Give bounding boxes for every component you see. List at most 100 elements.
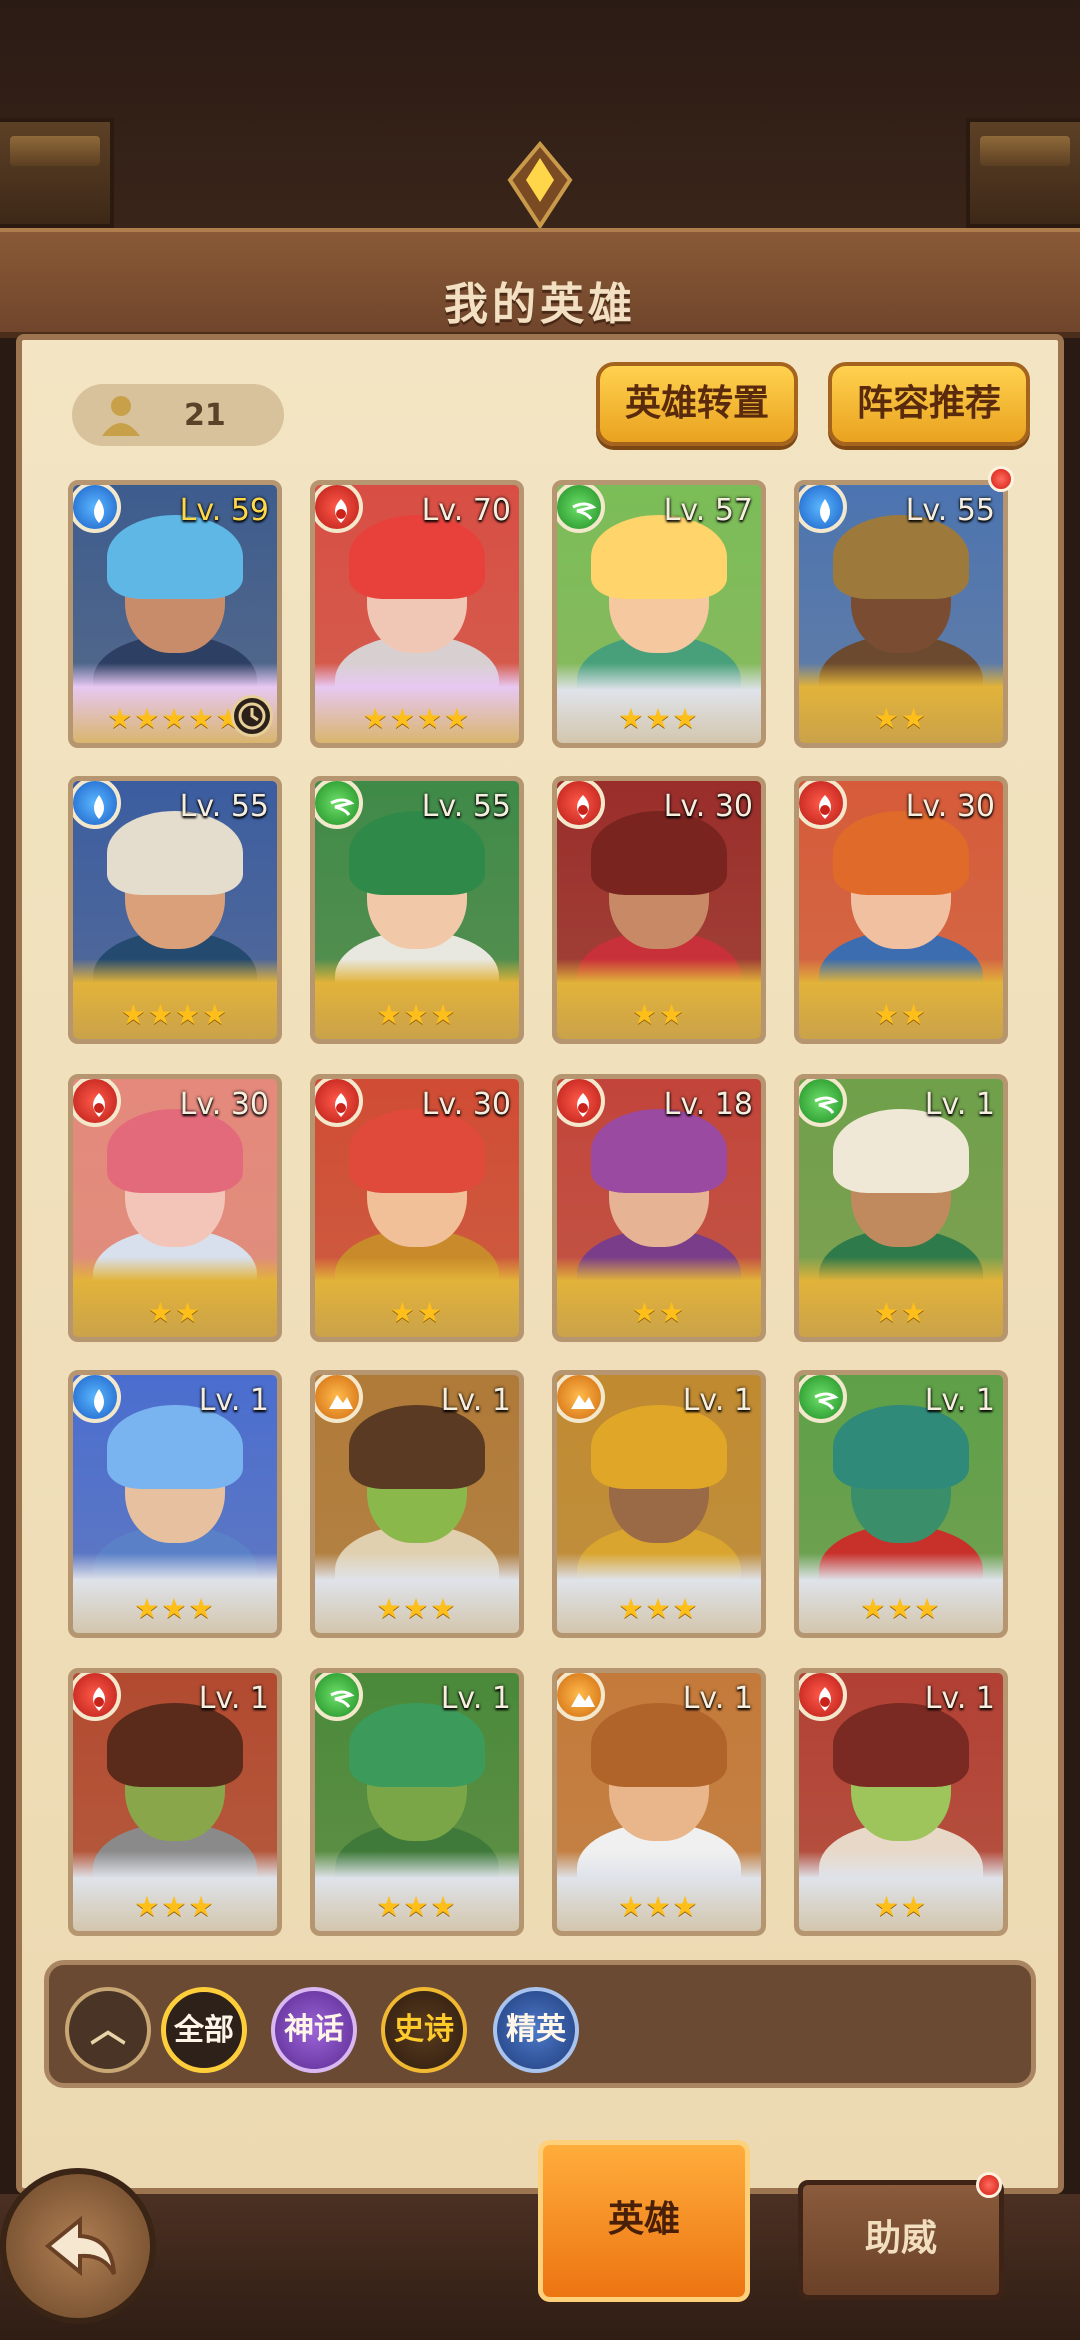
- hero-stars: ★★★: [134, 1592, 216, 1625]
- hero-card[interactable]: Lv. 18 ★★: [552, 1074, 766, 1342]
- hero-stars: ★★: [873, 998, 929, 1031]
- hero-card[interactable]: Lv. 55 ★★★: [310, 776, 524, 1044]
- hero-level: Lv. 55: [179, 789, 269, 824]
- hero-card[interactable]: Lv. 1 ★★★: [68, 1370, 282, 1638]
- hero-stars: ★★★: [376, 1890, 458, 1923]
- wind-element-icon: [557, 485, 605, 533]
- hero-level: Lv. 1: [924, 1383, 995, 1418]
- fire-element-icon: [557, 781, 605, 829]
- hero-level: Lv. 1: [682, 1681, 753, 1716]
- hero-stars: ★★★: [376, 1592, 458, 1625]
- hero-card[interactable]: Lv. 1 ★★★: [310, 1668, 524, 1936]
- hero-card[interactable]: Lv. 1 ★★★: [794, 1370, 1008, 1638]
- assist-notification-dot: [976, 2172, 1002, 2198]
- hero-level: Lv. 70: [421, 493, 511, 528]
- filter-bar: ︿ 全部 神话 史诗 精英: [44, 1960, 1036, 2088]
- back-button[interactable]: [0, 2168, 156, 2324]
- wind-element-icon: [315, 781, 363, 829]
- hero-stars: ★★★: [618, 702, 700, 735]
- hero-transfer-button[interactable]: 英雄转置: [596, 362, 798, 446]
- fire-element-icon: [557, 1079, 605, 1127]
- hero-stars: ★★★: [860, 1592, 942, 1625]
- hero-level: Lv. 1: [440, 1681, 511, 1716]
- hero-level: Lv. 30: [663, 789, 753, 824]
- hero-card[interactable]: Lv. 55 ★★★★: [68, 776, 282, 1044]
- earth-element-icon: [557, 1673, 605, 1721]
- hero-card[interactable]: Lv. 1 ★★: [794, 1668, 1008, 1936]
- filter-elite-button[interactable]: 精英: [493, 1987, 579, 2073]
- hero-stars: ★★: [873, 1890, 929, 1923]
- hero-card[interactable]: Lv. 57 ★★★: [552, 480, 766, 748]
- hero-level: Lv. 1: [924, 1681, 995, 1716]
- water-element-icon: [73, 485, 121, 533]
- hero-level: Lv. 1: [682, 1383, 753, 1418]
- hero-level: Lv. 30: [905, 789, 995, 824]
- filter-epic-button[interactable]: 史诗: [381, 1987, 467, 2073]
- hero-card[interactable]: Lv. 30 ★★: [794, 776, 1008, 1044]
- hero-stars: ★★: [873, 702, 929, 735]
- hero-stars: ★★: [631, 1296, 687, 1329]
- fire-element-icon: [799, 1673, 847, 1721]
- wind-element-icon: [799, 1079, 847, 1127]
- water-element-icon: [799, 485, 847, 533]
- hero-card[interactable]: Lv. 30 ★★: [310, 1074, 524, 1342]
- hero-level: Lv. 59: [179, 493, 269, 528]
- left-pillar-decoration: [0, 118, 114, 228]
- hero-stars: ★★★★: [120, 998, 230, 1031]
- earth-element-icon: [557, 1375, 605, 1423]
- fire-element-icon: [799, 781, 847, 829]
- hero-card[interactable]: Lv. 30 ★★: [68, 1074, 282, 1342]
- fire-element-icon: [315, 485, 363, 533]
- hero-card[interactable]: Lv. 55 ★★: [794, 480, 1008, 748]
- person-icon: [102, 396, 140, 436]
- hero-notification-dot: [988, 466, 1014, 492]
- hero-level: Lv. 1: [924, 1087, 995, 1122]
- hero-stars: ★★★: [618, 1592, 700, 1625]
- back-arrow-icon: [44, 2215, 116, 2277]
- lineup-recommend-button[interactable]: 阵容推荐: [828, 362, 1030, 446]
- hero-level: Lv. 30: [179, 1087, 269, 1122]
- hero-stars: ★★★: [134, 1890, 216, 1923]
- hero-stars: ★★: [389, 1296, 445, 1329]
- right-pillar-decoration: [966, 118, 1080, 228]
- hero-count: 21: [184, 398, 226, 433]
- hero-card[interactable]: Lv. 1 ★★★: [68, 1668, 282, 1936]
- hero-stars: ★★: [147, 1296, 203, 1329]
- hero-card[interactable]: Lv. 1 ★★: [794, 1074, 1008, 1342]
- hero-card[interactable]: Lv. 1 ★★★: [552, 1668, 766, 1936]
- hero-stars: ★★★★: [362, 702, 472, 735]
- hero-stars: ★★★: [618, 1890, 700, 1923]
- water-element-icon: [73, 781, 121, 829]
- hero-card[interactable]: Lv. 30 ★★: [552, 776, 766, 1044]
- filter-myth-button[interactable]: 神话: [271, 1987, 357, 2073]
- hero-stars: ★★: [873, 1296, 929, 1329]
- hero-level: Lv. 1: [198, 1681, 269, 1716]
- hero-card[interactable]: Lv. 1 ★★★: [552, 1370, 766, 1638]
- fire-element-icon: [73, 1673, 121, 1721]
- wind-element-icon: [315, 1673, 363, 1721]
- wind-element-icon: [799, 1375, 847, 1423]
- tab-hero[interactable]: 英雄: [538, 2140, 750, 2302]
- hero-level: Lv. 55: [421, 789, 511, 824]
- collapse-chevron-icon[interactable]: ︿: [65, 1987, 151, 2073]
- hero-level: Lv. 30: [421, 1087, 511, 1122]
- hero-level: Lv. 18: [663, 1087, 753, 1122]
- hero-count-badge: 21: [72, 384, 284, 446]
- hero-level: Lv. 55: [905, 493, 995, 528]
- fire-element-icon: [315, 1079, 363, 1127]
- tab-assist[interactable]: 助威: [798, 2180, 1004, 2300]
- earth-element-icon: [315, 1375, 363, 1423]
- hero-card[interactable]: Lv. 70 ★★★★: [310, 480, 524, 748]
- hero-level: Lv. 1: [440, 1383, 511, 1418]
- hero-level: Lv. 1: [198, 1383, 269, 1418]
- hero-card[interactable]: Lv. 59 ★★★★★: [68, 480, 282, 748]
- filter-all-button[interactable]: 全部: [161, 1987, 247, 2073]
- hero-card[interactable]: Lv. 1 ★★★: [310, 1370, 524, 1638]
- hero-stars: ★★: [631, 998, 687, 1031]
- hero-level: Lv. 57: [663, 493, 753, 528]
- clock-icon: [231, 695, 273, 737]
- page-title: 我的英雄: [444, 279, 636, 330]
- hero-stars: ★★★: [376, 998, 458, 1031]
- crest-ornament-icon: [507, 140, 573, 230]
- fire-element-icon: [73, 1079, 121, 1127]
